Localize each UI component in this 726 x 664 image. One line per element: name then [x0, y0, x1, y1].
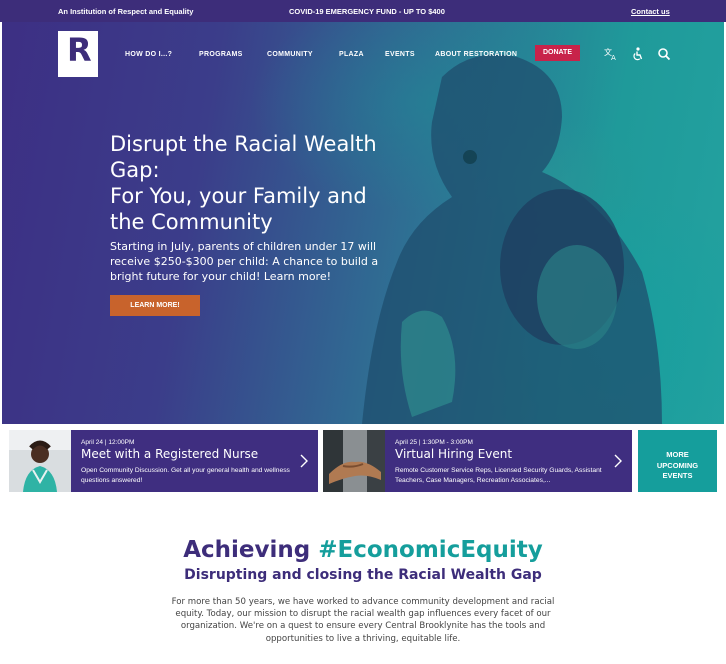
nav-community[interactable]: COMMUNITY [267, 51, 313, 58]
section-subtitle: Disrupting and closing the Racial Wealth… [184, 567, 542, 583]
accessibility-icon[interactable] [631, 47, 645, 61]
more-events-button[interactable]: MORE UPCOMING EVENTS [638, 430, 717, 492]
contact-link[interactable]: Contact us [631, 7, 670, 16]
nav-how-do-i[interactable]: HOW DO I...? [125, 51, 172, 58]
hero-banner: R RESTORATION HOW DO I...? PROGRAMS COMM… [2, 22, 724, 424]
logo-wordmark: RESTORATION [60, 71, 96, 76]
svg-text:A: A [611, 54, 616, 61]
search-icon[interactable] [657, 47, 671, 61]
hero-title: Disrupt the Racial Wealth Gap: For You, … [110, 131, 410, 235]
events-strip: April 24 | 12:00PM Meet with a Registere… [0, 424, 726, 504]
event-card-nurse[interactable]: April 24 | 12:00PM Meet with a Registere… [9, 430, 318, 492]
event-photo-handshake [323, 430, 385, 492]
section-title-prefix: Achieving [183, 537, 319, 563]
section-title-hashtag: #EconomicEquity [318, 537, 543, 563]
event-description: Open Community Discussion. Get all your … [81, 467, 290, 484]
event-title: Virtual Hiring Event [395, 447, 513, 461]
section-title: Achieving #EconomicEquity [0, 537, 726, 563]
hero-photo-earring [463, 150, 477, 164]
tagline: An Institution of Respect and Equality [58, 7, 194, 16]
event-card-hiring[interactable]: April 25 | 1:30PM - 3:00PM Virtual Hirin… [323, 430, 632, 492]
nav-programs[interactable]: PROGRAMS [199, 51, 243, 58]
nav-events[interactable]: EVENTS [385, 51, 415, 58]
more-events-line: UPCOMING [656, 460, 699, 470]
hero-title-line: For You, your Family and [110, 184, 367, 208]
event-date: April 24 | 12:00PM [81, 439, 135, 446]
nav-about[interactable]: ABOUT RESTORATION [435, 51, 517, 58]
more-events-line: EVENTS [662, 471, 693, 480]
event-title: Meet with a Registered Nurse [81, 447, 259, 461]
event-date: April 25 | 1:30PM - 3:00PM [395, 439, 473, 446]
nav-plaza[interactable]: PLAZA [339, 51, 364, 58]
event-photo-nurse [9, 430, 71, 492]
top-bar: An Institution of Respect and Equality C… [0, 0, 726, 22]
more-events-line: MORE [666, 450, 689, 459]
hero-photo-child-face [537, 245, 617, 349]
translate-icon[interactable]: 文 A [604, 47, 618, 61]
learn-more-button[interactable]: LEARN MORE! [110, 295, 200, 316]
logo-letter: R [67, 31, 92, 69]
donate-button[interactable]: DONATE [535, 45, 580, 61]
chevron-right-icon [614, 454, 622, 468]
hero-body: Starting in July, parents of children un… [110, 240, 379, 283]
hero-title-line: Disrupt the Racial Wealth [110, 132, 377, 156]
section-body: For more than 50 years, we have worked t… [171, 597, 555, 644]
hero-title-line: the Community [110, 210, 273, 234]
hero-title-line: Gap: [110, 158, 160, 182]
announcement-link[interactable]: COVID-19 EMERGENCY FUND - UP TO $400 [289, 7, 445, 16]
event-description: Remote Customer Service Reps, Licensed S… [395, 467, 602, 484]
main-nav: R RESTORATION HOW DO I...? PROGRAMS COMM… [2, 22, 724, 102]
chevron-right-icon [300, 454, 308, 468]
